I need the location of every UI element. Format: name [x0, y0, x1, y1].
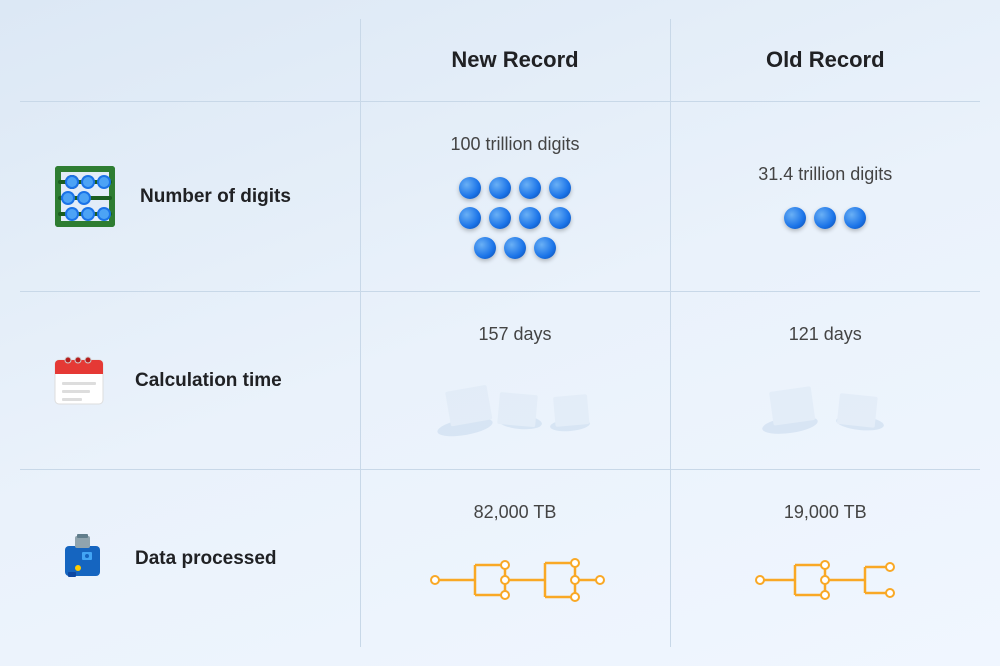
cell-digits-new: 100 trillion digits [360, 102, 670, 292]
header-old-record: Old Record [670, 19, 980, 102]
cell-time-old: 121 days [670, 292, 980, 470]
cell-digits-old: 31.4 trillion digits [670, 102, 980, 292]
header-label-col [20, 19, 360, 102]
calendar-icon [50, 348, 115, 413]
label-data-text: Data processed [135, 548, 277, 570]
usb-icon [50, 526, 115, 591]
comparison-table: New Record Old Record [20, 19, 980, 647]
abacus-icon [50, 164, 120, 229]
label-digits: Number of digits [20, 102, 360, 292]
time-old-visual [755, 367, 895, 437]
label-time: Calculation time [20, 292, 360, 470]
header-new-record: New Record [360, 19, 670, 102]
time-new-value: 157 days [478, 324, 551, 345]
row-data: Data processed 82,000 TB [20, 470, 980, 648]
label-digits-text: Number of digits [140, 186, 291, 208]
digits-new-value: 100 trillion digits [450, 134, 579, 155]
time-new-visual [435, 367, 595, 437]
digits-old-value: 31.4 trillion digits [758, 164, 892, 185]
cell-data-new: 82,000 TB [360, 470, 670, 648]
time-old-value: 121 days [789, 324, 862, 345]
row-digits: Number of digits 100 trillion digits [20, 102, 980, 292]
digits-new-visual [459, 177, 571, 259]
data-new-value: 82,000 TB [474, 502, 557, 523]
data-new-visual [425, 545, 605, 615]
label-data: Data processed [20, 470, 360, 648]
cell-time-new: 157 days [360, 292, 670, 470]
label-time-text: Calculation time [135, 370, 282, 392]
digits-old-visual [784, 207, 866, 229]
row-time: Calculation time 157 days [20, 292, 980, 470]
data-old-value: 19,000 TB [784, 502, 867, 523]
data-old-visual [750, 545, 900, 615]
cell-data-old: 19,000 TB [670, 470, 980, 648]
